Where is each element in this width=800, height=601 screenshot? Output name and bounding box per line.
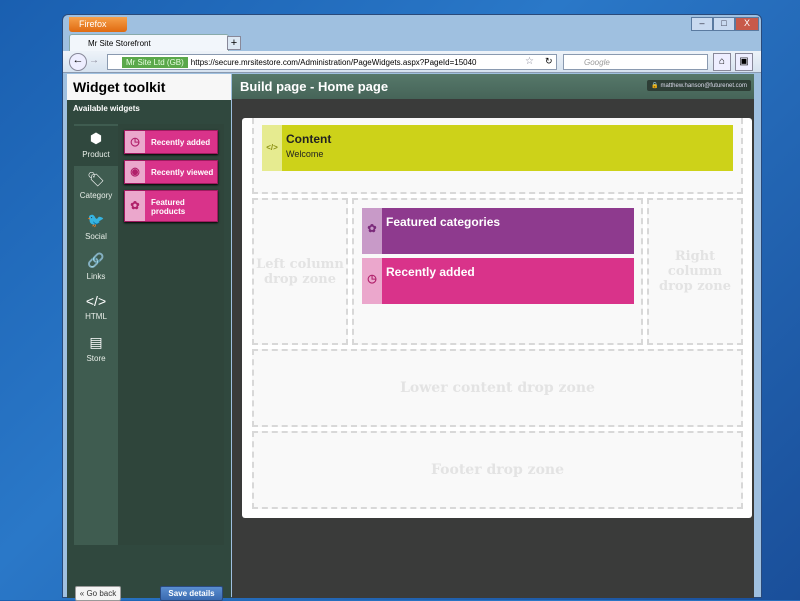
widget-recently-added[interactable]: ◷ Recently added [124,130,218,154]
tag-icon: 🏷 [87,171,105,187]
widget-label: Featured categories [386,215,501,229]
code-icon: </> [262,125,282,171]
back-icon[interactable]: ← [69,53,87,71]
category-product[interactable]: ⬢ Product [74,126,118,166]
category-label: Links [86,272,106,281]
category-store[interactable]: ▤ Store [74,330,118,370]
user-badge: 🔒 matthew.hanson@futurenet.com [647,80,751,91]
store-card-icon: ▤ [89,334,103,350]
available-widgets-label: Available widgets [73,104,140,113]
firefox-menu-button[interactable]: Firefox [69,17,127,32]
url-text: https://secure.mrsitestore.com/Administr… [190,58,477,67]
content-widget-subtitle: Welcome [286,149,324,159]
category-category[interactable]: 🏷 Category [74,167,118,207]
forward-icon[interactable]: → [89,55,99,66]
right-column-drop-zone[interactable]: Right column drop zone [647,198,743,345]
lower-content-drop-zone[interactable]: Lower content drop zone [252,349,743,427]
zone-label: Footer drop zone [430,462,564,478]
widget-label: Featured products [151,198,186,216]
category-label: HTML [85,312,107,321]
left-column-drop-zone[interactable]: Left column drop zone [252,198,348,345]
code-icon: </> [85,293,107,309]
clock-icon: ◷ [362,258,382,304]
widget-label: Recently added [386,265,475,279]
zone-label: Lower content drop zone [400,380,595,396]
widget-featured-products[interactable]: ✿ Featured products [124,190,218,222]
close-button[interactable]: X [735,17,759,31]
widget-label: Recently added [151,138,211,147]
box-icon: ⬢ [89,130,103,146]
url-bar[interactable]: Mr Site Ltd (GB) https://secure.mrsitesto… [107,54,557,70]
user-email: matthew.hanson@futurenet.com [660,83,747,89]
content-widget[interactable]: </> Content Welcome [262,125,733,171]
award-icon: ✿ [125,191,145,221]
chain-link-icon: 🔗 [87,252,105,268]
bookmarks-icon[interactable]: ▣ [735,53,753,71]
build-page-area: Build page - Home page 🔒 matthew.hanson@… [232,74,754,598]
bookmark-star-icon[interactable]: ☆ [525,56,534,67]
category-label: Store [86,354,106,363]
zone-label: Left column drop zone [256,256,344,287]
browser-tab[interactable]: Mr Site Storefront [69,34,229,52]
category-label: Category [79,191,113,200]
category-label: Social [85,232,107,241]
featured-categories-widget[interactable]: ✿ Featured categories [362,208,634,254]
site-identity[interactable]: Mr Site Ltd (GB) [122,57,188,68]
widget-toolkit-sidebar: Widget toolkit Available widgets ⬢ Produc… [67,74,231,601]
widget-label: Recently viewed [151,168,214,177]
category-html[interactable]: </> HTML [74,289,118,329]
eye-icon: ◉ [125,161,145,183]
page-canvas: </> Content Welcome Left column drop zon… [242,118,752,518]
lock-icon: 🔒 [651,83,661,89]
home-icon[interactable]: ⌂ [713,53,731,71]
navigation-bar: ← → Mr Site Ltd (GB) https://secure.mrsit… [63,51,761,73]
go-back-button[interactable]: « Go back [75,586,121,601]
recently-added-widget[interactable]: ◷ Recently added [362,258,634,304]
reload-icon[interactable]: ↻ [545,56,553,67]
widget-panel: ⬢ Product 🏷 Category 🐦 Social 🔗 Links </> HTM… [74,124,224,545]
sidebar-title: Widget toolkit [67,74,231,100]
category-social[interactable]: 🐦 Social [74,208,118,248]
maximize-button[interactable]: □ [713,17,735,31]
award-icon: ✿ [362,208,382,254]
category-links[interactable]: 🔗 Links [74,248,118,288]
category-label: Product [82,150,110,159]
save-details-button[interactable]: Save details [160,586,223,601]
zone-label: Right column drop zone [658,249,731,294]
content-widget-title: Content [286,132,332,146]
clock-icon: ◷ [125,131,145,153]
twitter-bird-icon: 🐦 [87,212,105,228]
search-input[interactable]: Google [563,54,708,70]
footer-drop-zone[interactable]: Footer drop zone [252,431,743,509]
new-tab-button[interactable]: + [227,36,241,50]
browser-window: Firefox – □ X Mr Site Storefront + ← → M… [62,14,762,601]
minimize-button[interactable]: – [691,17,713,31]
widget-list [118,124,224,545]
widget-recently-viewed[interactable]: ◉ Recently viewed [124,160,218,184]
